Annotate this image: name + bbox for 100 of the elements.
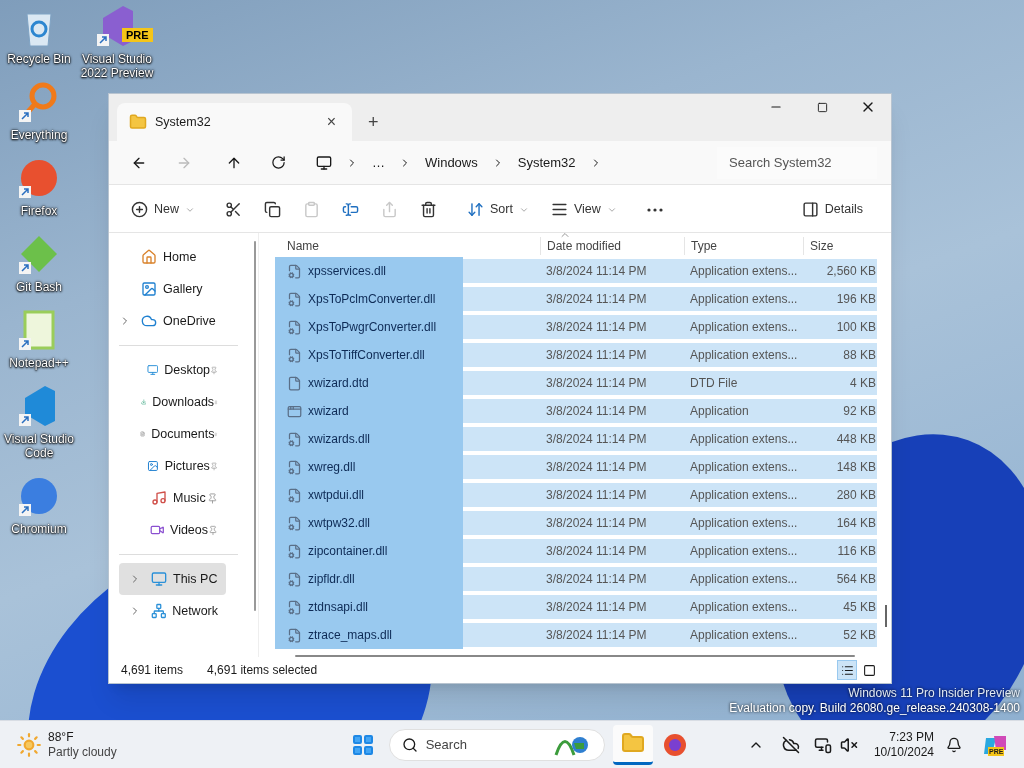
clock-time[interactable]: 7:23 PM [889, 729, 934, 745]
rename-icon [342, 201, 359, 218]
file-row[interactable]: xwtpdui.dll 3/8/2024 11:14 PM Application extens... 280 KB [275, 483, 877, 507]
monitor-icon [151, 571, 167, 587]
sidebar-item[interactable]: Pictures [119, 450, 226, 482]
pin-icon [208, 524, 218, 536]
column-header[interactable]: Name [275, 237, 540, 255]
column-header[interactable]: Type [684, 237, 803, 255]
sidebar-label: Videos [170, 521, 209, 539]
file-row[interactable]: XpsToTiffConverter.dll 3/8/2024 11:14 PM Application extens... 88 KB [275, 343, 877, 367]
size-cell-text: 2,560 KB [825, 263, 876, 280]
sidebar-item[interactable]: OneDrive [109, 305, 246, 337]
sidebar-label: Documents [151, 425, 215, 443]
selection-count: 4,691 items selected [207, 662, 318, 679]
file-row[interactable]: xwizards.dll 3/8/2024 11:14 PM Application extens... 448 KB [275, 427, 877, 451]
sidebar-label: This PC [173, 570, 218, 588]
trash-icon [420, 201, 437, 218]
pin-icon [209, 460, 218, 472]
cloud-icon [141, 313, 157, 329]
sidebar-item[interactable]: This PC [119, 563, 226, 595]
file-row[interactable]: xwizard.dtd 3/8/2024 11:14 PM DTD File 4 KB [275, 371, 877, 395]
maximize-icon [816, 101, 828, 113]
sidebar-label: Home [163, 248, 198, 266]
file-row[interactable]: ztdnsapi.dll 3/8/2024 11:14 PM Application extens... 45 KB [275, 595, 877, 619]
file-row[interactable]: xwtpw32.dll 3/8/2024 11:14 PM Application extens... 164 KB [275, 511, 877, 535]
date-cell-text: 3/8/2024 11:14 PM [545, 403, 648, 420]
date-cell-text: 3/8/2024 11:14 PM [545, 627, 648, 644]
volume-mute-icon[interactable] [839, 735, 858, 754]
toolbar-button[interactable]: Details [793, 193, 871, 226]
clock-date[interactable]: 10/10/2024 [873, 744, 934, 760]
sidebar-item[interactable]: Videos [119, 514, 226, 546]
sidebar-item[interactable]: Desktop [119, 354, 226, 386]
sidebar-item[interactable]: Downloads [119, 386, 226, 418]
refresh-icon[interactable] [271, 155, 286, 170]
file-row[interactable]: XpsToPwgrConverter.dll 3/8/2024 11:14 PM Application extens... 100 KB [275, 315, 877, 339]
cloud-off-icon[interactable] [781, 735, 800, 754]
toolbar-button[interactable]: New [123, 193, 203, 226]
sidebar-item[interactable]: Music [119, 482, 226, 514]
sidebar-label: Music [173, 489, 207, 507]
browser-icon[interactable] [662, 732, 687, 757]
lines-icon [550, 201, 568, 218]
file-name: zipcontainer.dll [308, 543, 388, 560]
start-icon[interactable] [350, 732, 375, 757]
plus-circle-icon [131, 201, 148, 218]
horizontal-scrollbar[interactable] [295, 655, 855, 657]
file-row[interactable]: zipcontainer.dll 3/8/2024 11:14 PM Application extens... 116 KB [275, 539, 877, 563]
file-row[interactable]: ztrace_maps.dll 3/8/2024 11:14 PM Application extens... 52 KB [275, 623, 877, 647]
column-header[interactable]: Date modified [540, 237, 684, 255]
file-icon [287, 375, 302, 391]
file-explorer-taskbar-button[interactable] [612, 724, 653, 765]
breadcrumb-item[interactable]: System32 [517, 152, 576, 173]
type-cell-text: Application extens... [689, 599, 799, 616]
file-row[interactable]: zipfldr.dll 3/8/2024 11:14 PM Application extens... 564 KB [275, 567, 877, 591]
size-cell-text: 148 KB [835, 459, 876, 476]
file-row[interactable]: xwreg.dll 3/8/2024 11:14 PM Application extens... 148 KB [275, 455, 877, 479]
search-box[interactable]: Search [388, 728, 605, 761]
date-cell-text: 3/8/2024 11:14 PM [545, 263, 648, 280]
app-icon [287, 403, 302, 419]
date-cell-text: 3/8/2024 11:14 PM [545, 543, 648, 560]
details-view-button[interactable] [837, 660, 857, 680]
close-tab-button[interactable]: × [322, 110, 340, 134]
folder-tab[interactable]: System32 × [117, 103, 352, 141]
size-cell-text: 88 KB [842, 347, 876, 364]
date-cell-text: 3/8/2024 11:14 PM [545, 347, 648, 364]
column-header[interactable]: Size [803, 237, 876, 255]
monitor-icon [316, 154, 332, 171]
date-cell-text: 3/8/2024 11:14 PM [545, 291, 648, 308]
breadcrumb-item[interactable]: Windows [425, 152, 478, 173]
file-row[interactable]: xwizard 3/8/2024 11:14 PM Application 92 KB [275, 399, 877, 423]
search-field[interactable]: Search [425, 734, 544, 755]
file-gear-icon [287, 263, 302, 279]
file-row[interactable]: xpsservices.dll 3/8/2024 11:14 PM Application extens... 2,560 KB [275, 259, 877, 283]
sidebar-item[interactable]: Gallery [109, 273, 246, 305]
type-cell-text: Application extens... [689, 515, 799, 532]
scrollbar[interactable] [254, 241, 256, 611]
date-cell-text: 3/8/2024 11:14 PM [545, 459, 648, 476]
file-gear-icon [287, 627, 302, 643]
bell-icon[interactable] [946, 736, 962, 753]
file-gear-icon [287, 347, 302, 363]
network-icon[interactable] [813, 735, 832, 754]
toolbar-button[interactable]: View [542, 193, 625, 226]
sidebar-item[interactable]: Documents [119, 418, 226, 450]
new-tab-button[interactable]: + [352, 103, 395, 141]
folder-icon [620, 731, 645, 755]
file-name: XpsToTiffConverter.dll [308, 347, 425, 364]
vertical-scrollbar[interactable] [885, 605, 887, 627]
toolbar-button[interactable]: Sort [459, 193, 537, 226]
pin-icon [207, 492, 218, 504]
file-name: ztrace_maps.dll [308, 627, 393, 644]
breadcrumb-item[interactable]: … [372, 152, 385, 173]
file-row[interactable]: XpsToPclmConverter.dll 3/8/2024 11:14 PM Application extens... 196 KB [275, 287, 877, 311]
sidebar-label: Pictures [164, 457, 210, 475]
type-cell-text: Application extens... [689, 319, 799, 336]
network-icon [150, 603, 167, 619]
sidebar-label: Desktop [164, 361, 211, 379]
desktop-icon [146, 362, 159, 378]
share-icon [381, 201, 398, 218]
address-bar[interactable]: … Windows System32 [304, 146, 704, 179]
sidebar-item[interactable]: Network [119, 595, 226, 627]
sidebar-item[interactable]: Home [109, 241, 246, 273]
